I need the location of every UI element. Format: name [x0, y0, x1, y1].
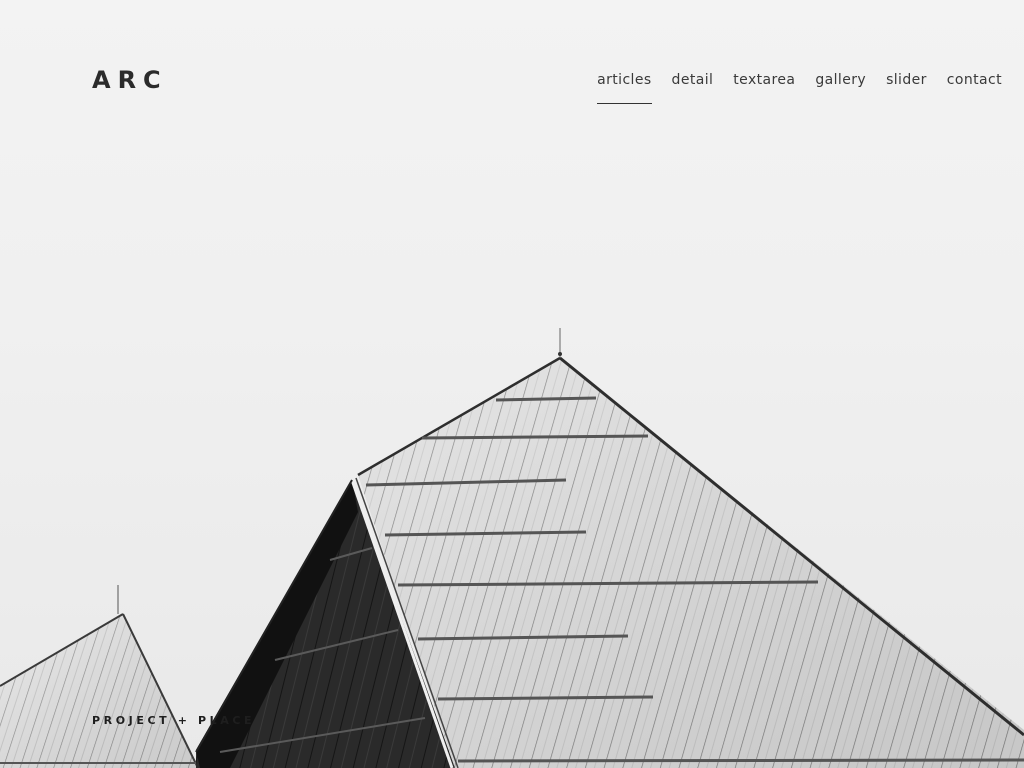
site-header: ARC articles detail textarea gallery sli…: [0, 0, 1024, 130]
hero-caption: PROJECT + PLACE: [92, 714, 256, 727]
page: ARC articles detail textarea gallery sli…: [0, 0, 1024, 768]
main-pyramid: [195, 328, 1024, 768]
main-nav: articles detail textarea gallery slider …: [597, 70, 1002, 104]
nav-item-contact[interactable]: contact: [947, 70, 1002, 90]
nav-item-detail[interactable]: detail: [672, 70, 714, 90]
small-pyramid: [0, 585, 200, 768]
nav-item-textarea[interactable]: textarea: [733, 70, 795, 90]
nav-item-slider[interactable]: slider: [886, 70, 927, 90]
nav-item-gallery[interactable]: gallery: [815, 70, 866, 90]
nav-item-articles[interactable]: articles: [597, 70, 652, 104]
site-logo[interactable]: ARC: [92, 64, 168, 96]
